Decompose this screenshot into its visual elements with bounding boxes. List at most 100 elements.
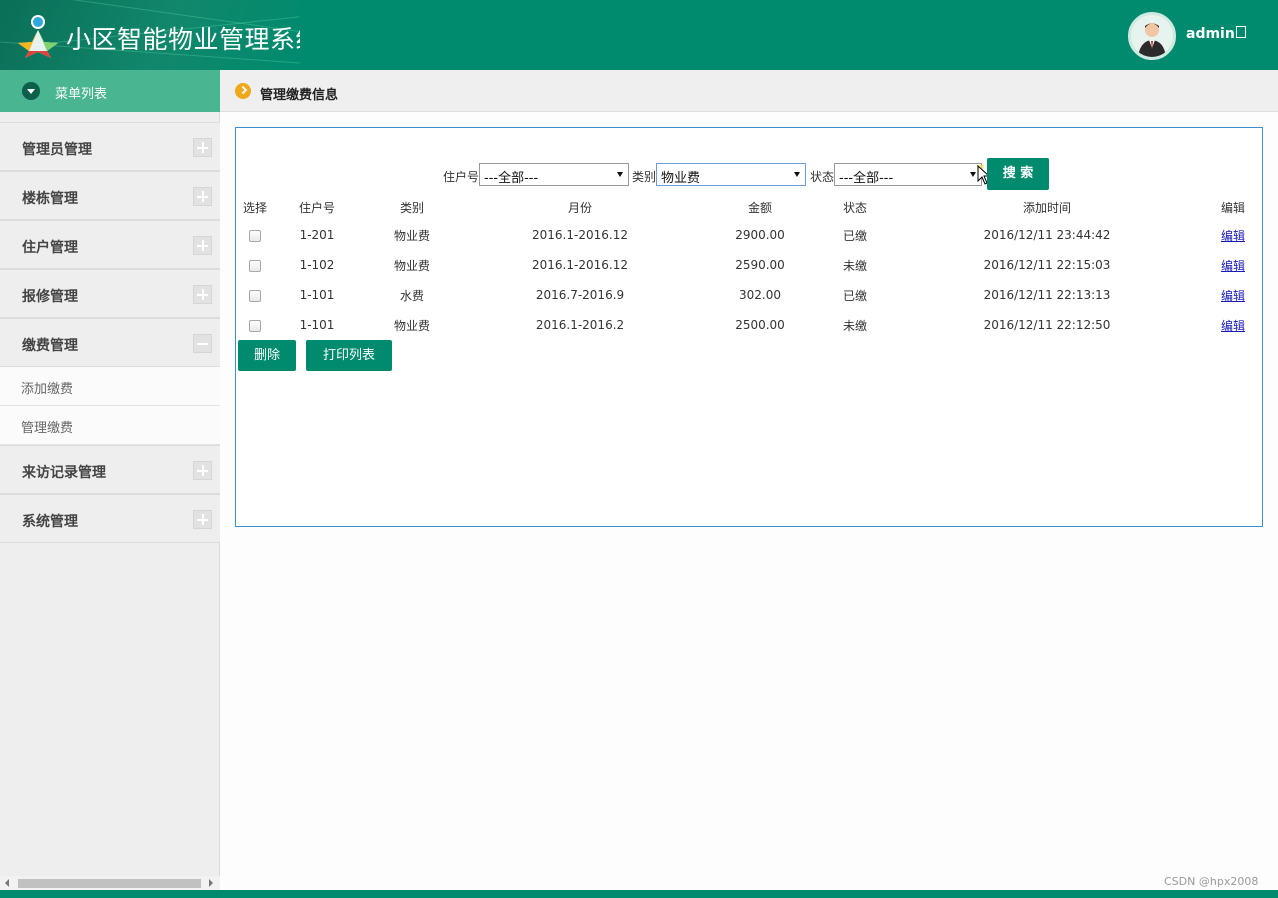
menu-header-label: 菜单列表 bbox=[55, 87, 108, 102]
content-panel: 住户号 ---全部--- 类别 物业费 状态 ---全部--- 搜 索 选择 住… bbox=[235, 127, 1263, 527]
sidebar-subitem-label: 管理缴费 bbox=[21, 421, 74, 436]
cell-type: 物业费 bbox=[393, 228, 430, 243]
cell-type: 物业费 bbox=[393, 258, 430, 273]
sidebar-subitem-add-payment[interactable]: 添加缴费 bbox=[0, 367, 220, 406]
sidebar: 菜单列表 管理员管理 楼栋管理 住户管理 报修管理 缴费管理 添加缴费 管理缴费… bbox=[0, 70, 220, 890]
cell-type: 物业费 bbox=[393, 318, 430, 333]
column-header: 选择 bbox=[242, 200, 267, 215]
cell-month: 2016.7-2016.9 bbox=[535, 288, 625, 302]
status-filter-label: 状态 bbox=[810, 170, 835, 184]
payment-table: 选择 住户号 类别 月份 金额 状态 添加时间 编辑 1-201 物业费 201… bbox=[238, 194, 1260, 340]
breadcrumb: 管理缴费信息 bbox=[220, 70, 1278, 112]
column-header: 住户号 bbox=[298, 200, 335, 215]
cell-month: 2016.1-2016.12 bbox=[532, 228, 628, 242]
cell-added-time: 2016/12/11 22:13:13 bbox=[983, 288, 1111, 302]
table-row: 1-102 物业费 2016.1-2016.12 2590.00 未缴 2016… bbox=[238, 250, 1260, 280]
user-avatar-icon bbox=[1131, 15, 1173, 57]
cell-added-time: 2016/12/11 22:12:50 bbox=[983, 318, 1111, 332]
app-title: 小区智能物业管理系统 bbox=[66, 25, 300, 54]
sidebar-item-admin[interactable]: 管理员管理 bbox=[0, 122, 220, 171]
cell-status: 未缴 bbox=[842, 318, 867, 333]
chevron-right-icon bbox=[235, 83, 251, 99]
scrollbar-thumb[interactable] bbox=[18, 879, 201, 888]
cell-household: 1-102 bbox=[299, 258, 335, 272]
expand-icon[interactable] bbox=[193, 510, 212, 529]
cell-added-time: 2016/12/11 22:15:03 bbox=[983, 258, 1111, 272]
search-button[interactable]: 搜 索 bbox=[987, 158, 1049, 190]
cell-type: 水费 bbox=[399, 288, 424, 303]
sidebar-item-label: 缴费管理 bbox=[22, 338, 78, 354]
status-select[interactable]: ---全部--- bbox=[834, 163, 982, 186]
sidebar-item-label: 报修管理 bbox=[22, 289, 78, 305]
cell-month: 2016.1-2016.2 bbox=[535, 318, 625, 332]
sidebar-item-label: 楼栋管理 bbox=[22, 191, 78, 207]
chevron-down-icon bbox=[794, 172, 800, 177]
household-select-value: ---全部--- bbox=[484, 171, 539, 186]
cell-amount: 302.00 bbox=[739, 288, 781, 302]
logout-icon[interactable] bbox=[1236, 26, 1246, 38]
sidebar-item-resident[interactable]: 住户管理 bbox=[0, 220, 220, 269]
edit-link[interactable]: 编辑 bbox=[1221, 229, 1245, 243]
sidebar-item-label: 来访记录管理 bbox=[22, 465, 106, 481]
column-header: 编辑 bbox=[1220, 200, 1245, 215]
cell-status: 已缴 bbox=[842, 288, 867, 303]
type-filter-label: 类别 bbox=[632, 170, 657, 184]
watermark: CSDN @hpx2008 bbox=[1164, 875, 1259, 888]
sidebar-item-building[interactable]: 楼栋管理 bbox=[0, 171, 220, 220]
edit-link[interactable]: 编辑 bbox=[1221, 289, 1245, 303]
status-select-value: ---全部--- bbox=[839, 171, 894, 186]
menu-header[interactable]: 菜单列表 bbox=[0, 70, 220, 112]
expand-icon[interactable] bbox=[193, 138, 212, 157]
column-header: 类别 bbox=[399, 200, 424, 215]
cell-household: 1-101 bbox=[299, 288, 335, 302]
scroll-right-icon[interactable] bbox=[209, 879, 213, 887]
sidebar-scrollbar[interactable] bbox=[0, 876, 220, 890]
cell-added-time: 2016/12/11 23:44:42 bbox=[983, 228, 1111, 242]
chevron-down-icon bbox=[970, 172, 976, 177]
edit-link[interactable]: 编辑 bbox=[1221, 319, 1245, 333]
sidebar-subitem-manage-payment[interactable]: 管理缴费 bbox=[0, 406, 220, 445]
sidebar-subitem-label: 添加缴费 bbox=[21, 382, 74, 397]
row-checkbox[interactable] bbox=[249, 229, 261, 242]
sidebar-item-visitor[interactable]: 来访记录管理 bbox=[0, 445, 220, 494]
sidebar-item-system[interactable]: 系统管理 bbox=[0, 494, 220, 543]
type-select-value: 物业费 bbox=[661, 171, 701, 186]
row-checkbox[interactable] bbox=[249, 259, 261, 272]
row-checkbox[interactable] bbox=[249, 289, 261, 302]
delete-button[interactable]: 删除 bbox=[238, 340, 296, 371]
table-row: 1-101 水费 2016.7-2016.9 302.00 已缴 2016/12… bbox=[238, 280, 1260, 310]
chevron-down-icon bbox=[617, 172, 623, 177]
expand-icon[interactable] bbox=[193, 461, 212, 480]
expand-icon[interactable] bbox=[193, 285, 212, 304]
row-checkbox[interactable] bbox=[249, 319, 261, 332]
cell-amount: 2500.00 bbox=[735, 318, 785, 332]
cell-month: 2016.1-2016.12 bbox=[532, 258, 628, 272]
username-label[interactable]: admin bbox=[1186, 26, 1235, 42]
table-row: 1-201 物业费 2016.1-2016.12 2900.00 已缴 2016… bbox=[238, 220, 1260, 250]
print-list-button[interactable]: 打印列表 bbox=[306, 340, 392, 371]
cell-status: 未缴 bbox=[842, 258, 867, 273]
household-select[interactable]: ---全部--- bbox=[479, 163, 629, 186]
cell-amount: 2590.00 bbox=[735, 258, 785, 272]
sidebar-item-label: 系统管理 bbox=[22, 514, 78, 530]
expand-icon[interactable] bbox=[193, 236, 212, 255]
sidebar-item-payment[interactable]: 缴费管理 bbox=[0, 318, 220, 367]
header-banner: 小区智能物业管理系统 bbox=[0, 0, 300, 70]
column-header: 月份 bbox=[567, 200, 592, 215]
table-header-row: 选择 住户号 类别 月份 金额 状态 添加时间 编辑 bbox=[238, 194, 1260, 220]
avatar[interactable] bbox=[1128, 12, 1176, 60]
page-title: 管理缴费信息 bbox=[260, 88, 339, 103]
expand-icon[interactable] bbox=[193, 187, 212, 206]
collapse-minus-icon[interactable] bbox=[193, 334, 212, 353]
household-filter-label: 住户号 bbox=[443, 170, 480, 184]
scroll-left-icon[interactable] bbox=[5, 879, 9, 887]
type-select[interactable]: 物业费 bbox=[656, 163, 806, 186]
edit-link[interactable]: 编辑 bbox=[1221, 259, 1245, 273]
app-header: 小区智能物业管理系统 admin bbox=[0, 0, 1278, 70]
sidebar-item-repair[interactable]: 报修管理 bbox=[0, 269, 220, 318]
collapse-icon[interactable] bbox=[22, 82, 40, 100]
table-row: 1-101 物业费 2016.1-2016.2 2500.00 未缴 2016/… bbox=[238, 310, 1260, 340]
column-header: 状态 bbox=[842, 200, 867, 215]
column-header: 金额 bbox=[747, 200, 772, 215]
footer-bar bbox=[0, 890, 1278, 898]
